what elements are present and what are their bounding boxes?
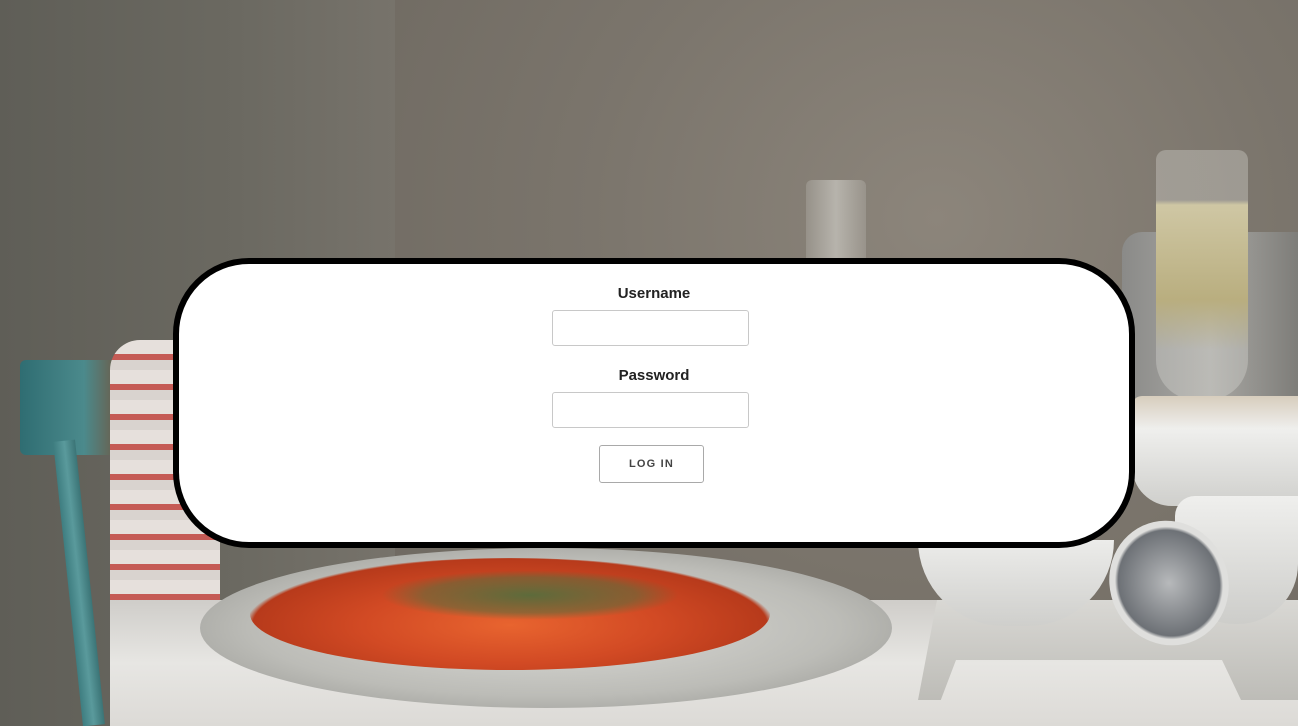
- pot-bowl: [1132, 396, 1298, 506]
- username-label: Username: [617, 285, 691, 302]
- login-button[interactable]: LOG IN: [599, 445, 704, 483]
- herb-garnish: [380, 570, 680, 620]
- username-input[interactable]: [552, 310, 749, 346]
- champagne-glass: [1156, 150, 1248, 400]
- glass-bottle: [806, 180, 866, 270]
- password-label: Password: [618, 367, 690, 384]
- background-photo: Username Password LOG IN: [0, 0, 1298, 726]
- login-panel: Username Password LOG IN: [173, 258, 1135, 548]
- password-input[interactable]: [552, 392, 749, 428]
